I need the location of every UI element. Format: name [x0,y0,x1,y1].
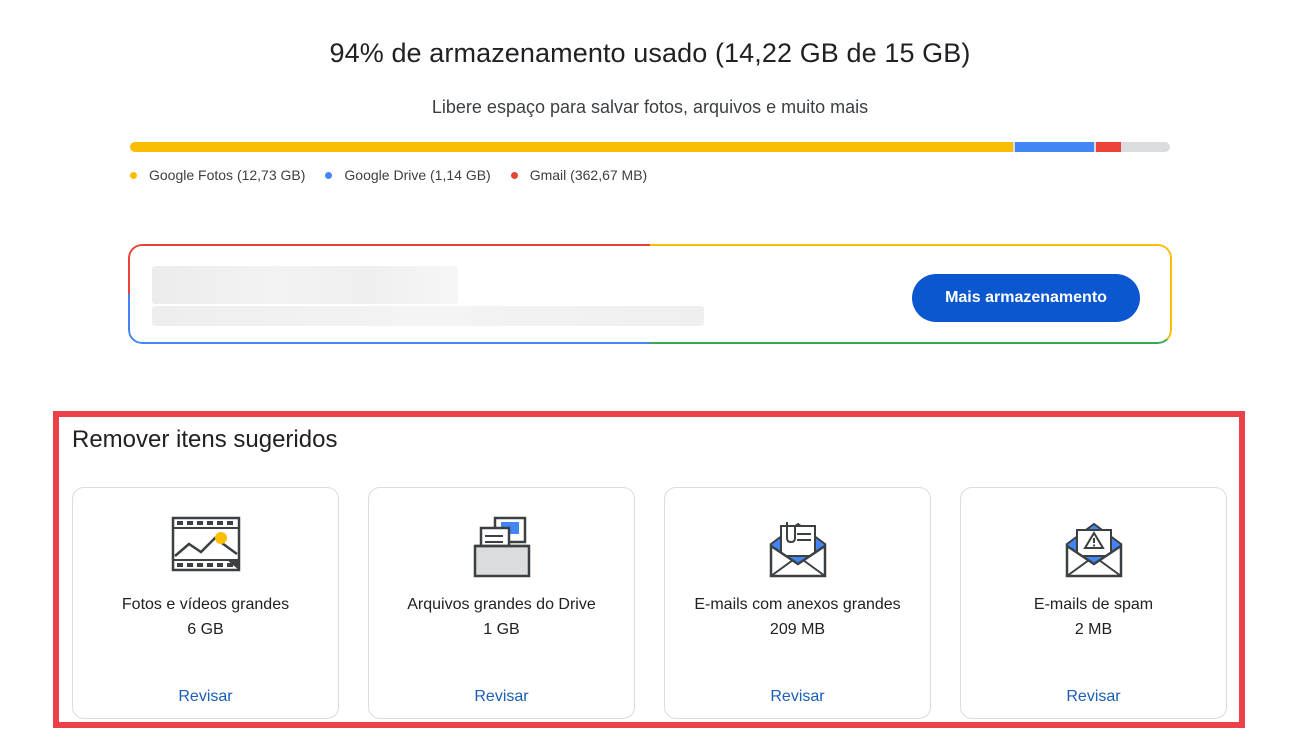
legend-dot-drive [325,171,333,179]
review-link[interactable]: Revisar [665,688,930,706]
usage-segment-google-fotos [130,142,1013,152]
legend-dot-gmail [510,171,518,179]
redacted-plan-text [152,266,458,304]
card-size: 2 MB [1074,621,1113,638]
card-size: 6 GB [187,621,224,638]
review-link[interactable]: Revisar [369,688,634,706]
card-title: E-mails de spam [1033,596,1154,613]
card-size: 1 GB [483,621,520,638]
usage-segment-gmail [1095,142,1121,152]
suggestion-card-photos[interactable]: Fotos e vídeos grandes 6 GB Revisar [72,487,339,719]
drive-files-icon [473,516,530,578]
storage-usage-bar [130,142,1170,152]
legend-label-gmail: Gmail (362,67 MB) [529,167,648,183]
legend-item-gmail: Gmail (362,67 MB) [510,167,648,183]
card-title: Arquivos grandes do Drive [407,596,596,613]
storage-plan-promo: Mais armazenamento [128,244,1172,344]
suggestion-card-attachments[interactable]: E-mails com anexos grandes 209 MB Revisa… [664,487,931,719]
storage-legend: Google Fotos (12,73 GB) Google Drive (1,… [130,167,667,183]
card-size: 209 MB [769,621,826,638]
redacted-plan-description [152,306,704,326]
spam-email-icon [1065,522,1122,578]
storage-title: 94% de armazenamento usado (14,22 GB de … [329,38,971,68]
photos-video-icon [171,516,240,572]
card-title: Fotos e vídeos grandes [121,596,290,613]
usage-segment-google-drive [1014,142,1094,152]
legend-item-photos: Google Fotos (12,73 GB) [130,167,305,183]
more-storage-button[interactable]: Mais armazenamento [912,274,1140,322]
email-attachment-icon [769,522,826,578]
review-link[interactable]: Revisar [73,688,338,706]
suggestion-card-drive[interactable]: Arquivos grandes do Drive 1 GB Revisar [368,487,635,719]
legend-label-drive: Google Drive (1,14 GB) [344,167,491,183]
legend-item-drive: Google Drive (1,14 GB) [325,167,491,183]
card-title: E-mails com anexos grandes [694,596,901,613]
promo-content: Mais armazenamento [130,246,1170,342]
legend-label-photos: Google Fotos (12,73 GB) [149,167,306,183]
suggested-section-title: Remover itens sugeridos [72,426,338,453]
legend-dot-photos [130,171,137,179]
review-link[interactable]: Revisar [961,688,1226,706]
storage-subtitle: Libere espaço para salvar fotos, arquivo… [431,97,869,117]
suggestion-card-spam[interactable]: E-mails de spam 2 MB Revisar [960,487,1227,719]
